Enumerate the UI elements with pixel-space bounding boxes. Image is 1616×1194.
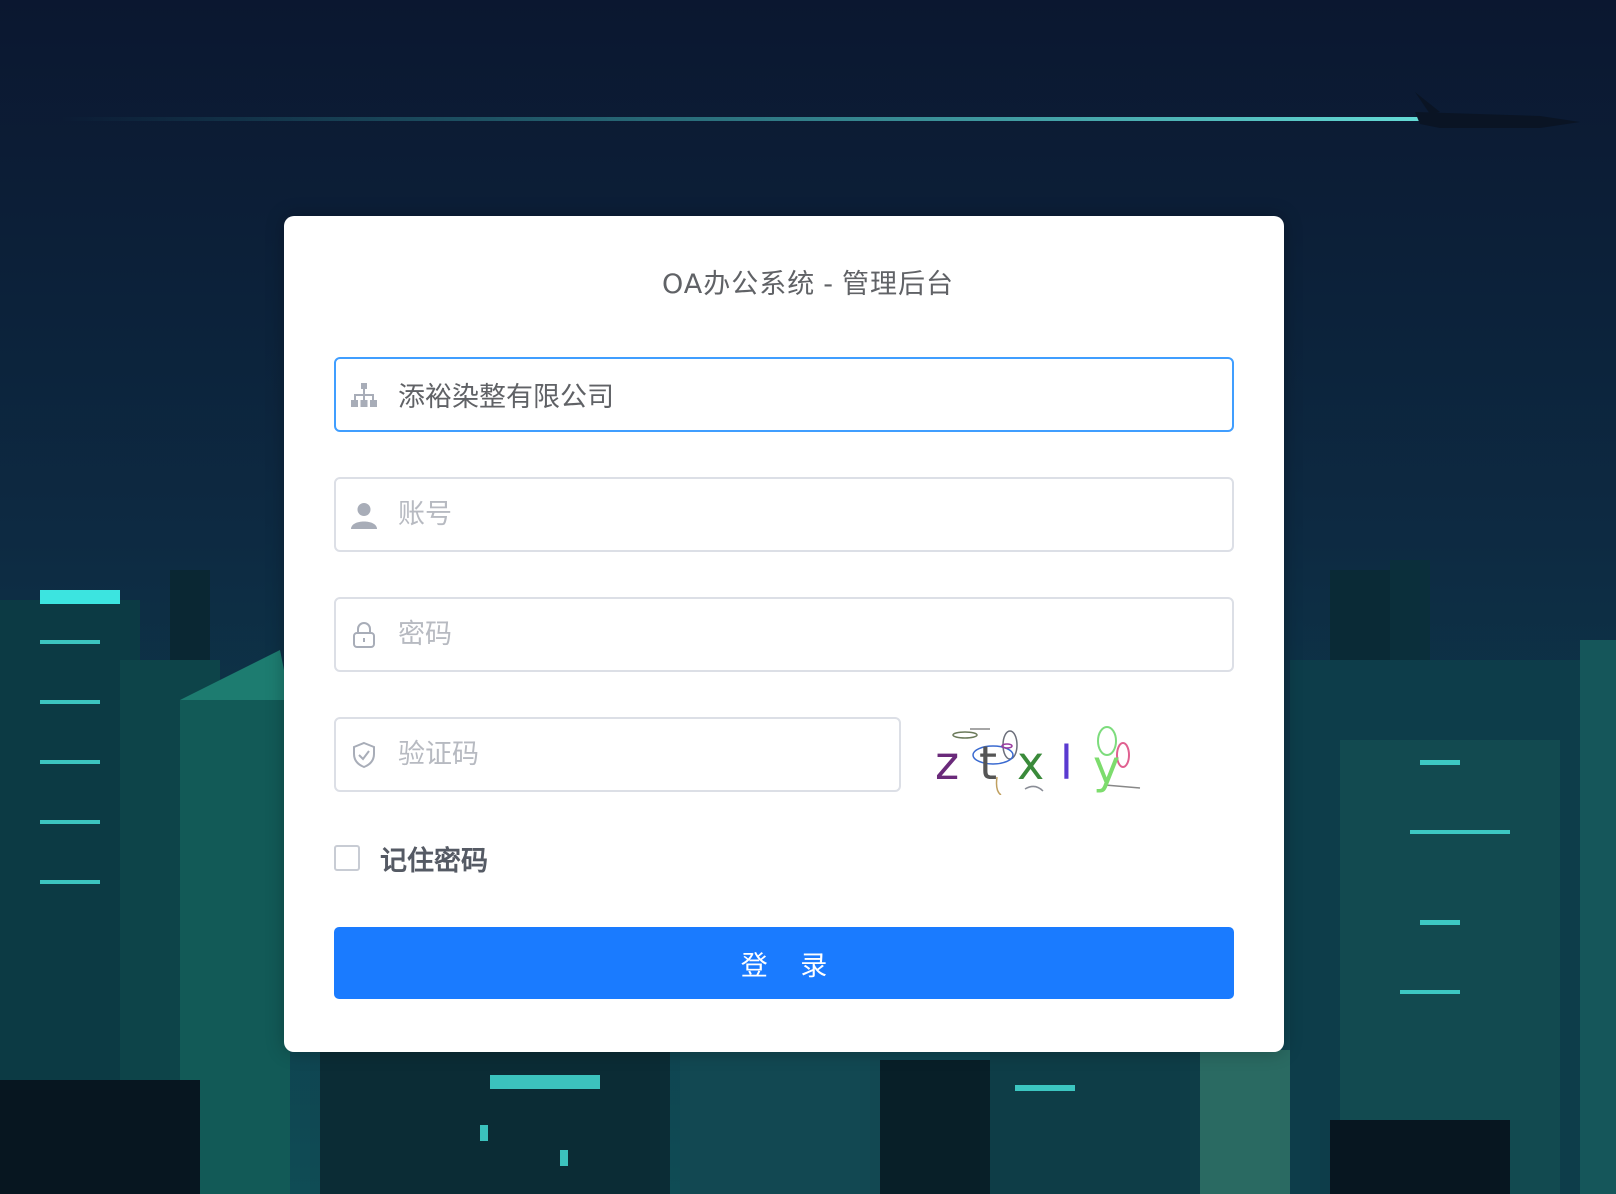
remember-password-option[interactable]: 记住密码 — [334, 839, 488, 878]
title-separator: - — [823, 269, 834, 300]
login-button[interactable]: 登 录 — [334, 927, 1234, 999]
title-section-name: 管理后台 — [842, 269, 954, 300]
captcha-char: x — [1017, 736, 1044, 790]
password-input[interactable] — [392, 599, 1232, 670]
captcha-char: l — [1060, 736, 1073, 790]
page-title: OA办公系统 - 管理后台 — [0, 262, 1616, 301]
captcha-char: t — [979, 736, 997, 790]
org-chart-icon — [336, 359, 392, 430]
captcha-graphic: z t x l y — [935, 726, 1141, 796]
captcha-char: z — [935, 736, 959, 790]
remember-password-label[interactable]: 记住密码 — [380, 839, 488, 878]
account-input[interactable] — [392, 479, 1232, 550]
user-icon — [336, 479, 392, 550]
captcha-input[interactable] — [392, 719, 899, 790]
account-field[interactable] — [334, 477, 1234, 552]
captcha-char: y — [1093, 740, 1120, 794]
company-input[interactable] — [392, 359, 1232, 430]
captcha-image[interactable]: z t x l y — [935, 717, 1145, 796]
company-field[interactable] — [334, 357, 1234, 432]
password-field[interactable] — [334, 597, 1234, 672]
lock-icon — [336, 599, 392, 670]
remember-password-checkbox[interactable] — [334, 845, 360, 871]
captcha-field[interactable] — [334, 717, 901, 792]
title-app-name: OA办公系统 — [662, 269, 816, 300]
shield-check-icon — [336, 719, 392, 790]
